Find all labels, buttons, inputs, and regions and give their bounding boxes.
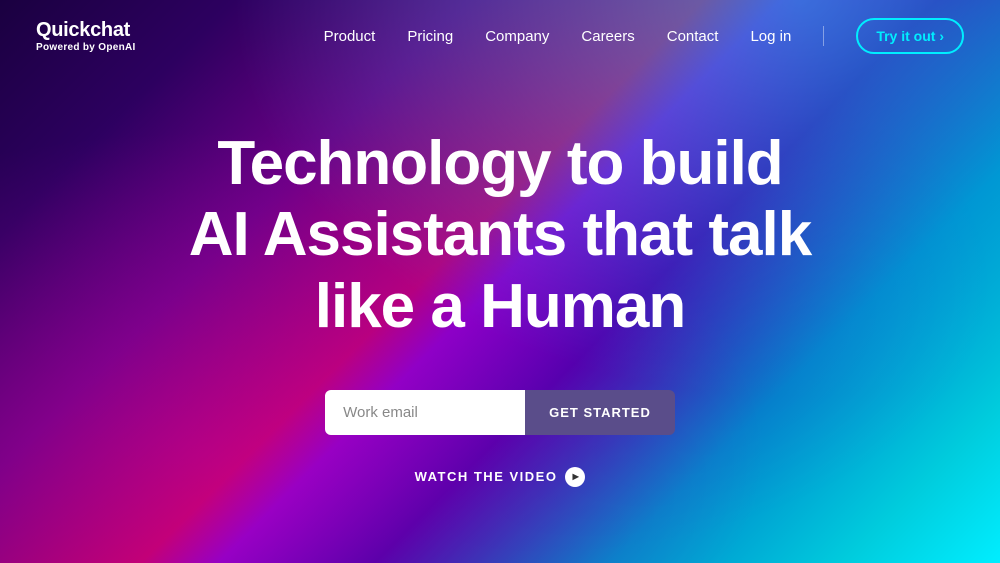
hero-content: Technology to build AI Assistants that t… bbox=[189, 52, 811, 563]
nav-pricing[interactable]: Pricing bbox=[407, 28, 453, 45]
play-icon bbox=[565, 467, 585, 487]
brand-subtitle: Powered by OpenAI bbox=[36, 42, 136, 53]
nav-login[interactable]: Log in bbox=[750, 28, 791, 45]
hero-section: Quickchat Powered by OpenAI Product Pric… bbox=[0, 0, 1000, 563]
hero-title: Technology to build AI Assistants that t… bbox=[189, 128, 811, 342]
logo: Quickchat Powered by OpenAI bbox=[36, 19, 136, 53]
watch-video-link[interactable]: WATCH THE VIDEO bbox=[415, 467, 586, 487]
nav-product[interactable]: Product bbox=[324, 28, 376, 45]
nav-contact[interactable]: Contact bbox=[667, 28, 719, 45]
try-it-out-button[interactable]: Try it out › bbox=[856, 18, 964, 54]
nav-careers[interactable]: Careers bbox=[581, 28, 634, 45]
nav-company[interactable]: Company bbox=[485, 28, 549, 45]
brand-name: Quickchat bbox=[36, 19, 136, 42]
nav-divider bbox=[823, 26, 824, 46]
email-form: GET STARTED bbox=[325, 390, 675, 435]
get-started-button[interactable]: GET STARTED bbox=[525, 390, 675, 435]
email-input[interactable] bbox=[325, 390, 525, 435]
nav-links: Product Pricing Company Careers Contact … bbox=[324, 18, 964, 54]
